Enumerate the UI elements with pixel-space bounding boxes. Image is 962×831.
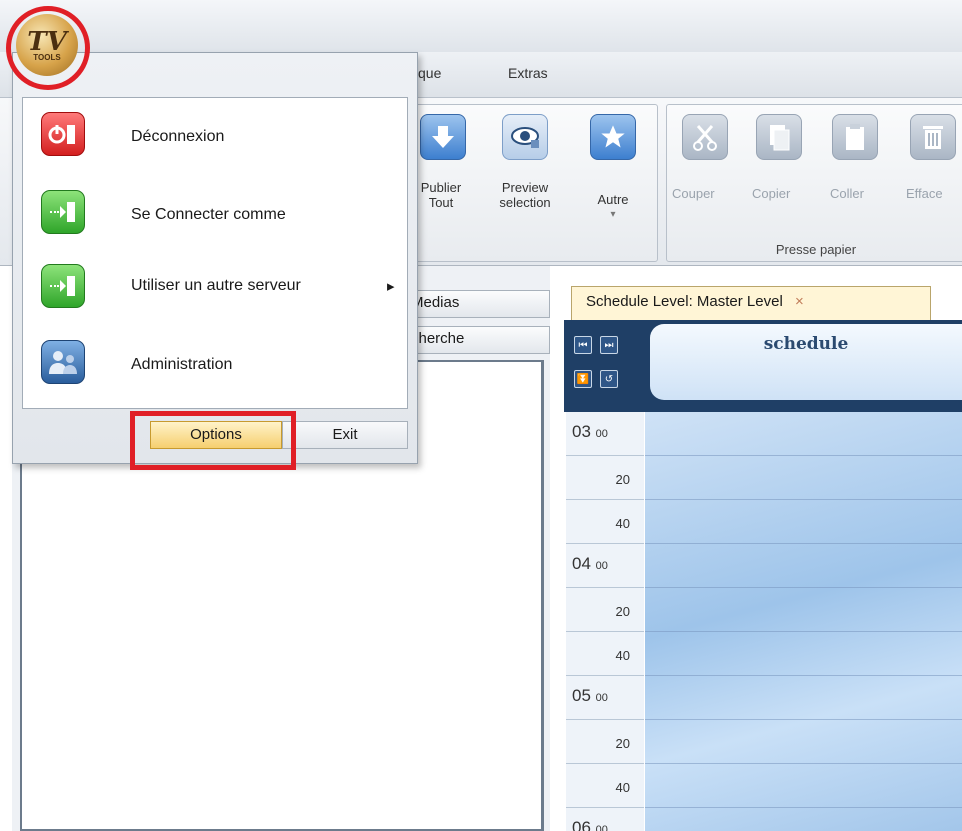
time-slot-label: 40 xyxy=(615,648,630,663)
first-page-icon[interactable]: ⏮ xyxy=(574,336,592,354)
time-slot-label: 20 xyxy=(615,472,630,487)
paste-button[interactable]: Coller xyxy=(830,186,864,201)
server-switch-icon xyxy=(41,264,85,308)
time-slot-label: 40 xyxy=(615,516,630,531)
copy-button[interactable]: Copier xyxy=(752,186,790,201)
power-icon xyxy=(41,112,85,156)
menu-item-utiliser-autre-serveur[interactable]: Utiliser un autre serveur ▸ xyxy=(23,250,407,326)
time-slot-label: 05 00 xyxy=(572,686,608,706)
menu-item-extras[interactable]: Extras xyxy=(508,65,548,81)
paste-icon[interactable] xyxy=(832,114,878,160)
menu-item-que[interactable]: que xyxy=(418,65,441,81)
time-slot-label: 03 00 xyxy=(572,422,608,442)
minute-label: 00 xyxy=(595,692,608,704)
star-icon[interactable] xyxy=(590,114,636,160)
publish-all-icon[interactable] xyxy=(420,114,466,160)
minute-label: 00 xyxy=(595,560,608,572)
clipboard-group-label: Presse papier xyxy=(775,242,857,257)
grid-line xyxy=(645,499,962,500)
other-label: Autre xyxy=(597,192,629,207)
time-slot: 04 00 xyxy=(566,544,644,588)
trash-icon[interactable] xyxy=(910,114,956,160)
minute-label: 00 xyxy=(595,824,608,831)
time-slot: 03 00 xyxy=(566,412,644,456)
menu-item-deconnexion[interactable]: Déconnexion xyxy=(23,98,407,174)
grid-line xyxy=(645,719,962,720)
title-bar xyxy=(0,0,962,52)
time-slot-label: 20 xyxy=(615,736,630,751)
grid-line xyxy=(645,543,962,544)
preview-label-2: selection xyxy=(499,195,551,210)
logo-highlight-circle xyxy=(6,6,90,90)
close-tab-icon[interactable]: × xyxy=(795,293,804,310)
menu-item-label: Déconnexion xyxy=(131,128,225,145)
scroll-down-icon[interactable]: ⏬ xyxy=(574,370,592,388)
hour-label: 04 xyxy=(572,554,591,573)
hour-label: 03 xyxy=(572,422,591,441)
time-slot-label: 06 00 xyxy=(572,818,608,831)
cut-button[interactable]: Couper xyxy=(672,186,715,201)
menu-item-administration[interactable]: Administration xyxy=(23,326,407,402)
tab-medias-label: Medias xyxy=(411,294,460,311)
time-slot: 06 00 xyxy=(566,808,644,831)
time-slot-label: 20 xyxy=(615,604,630,619)
time-slot: 40 xyxy=(566,500,644,544)
other-dropdown-arrow: ▾ xyxy=(610,209,616,220)
menu-item-label: Administration xyxy=(131,356,233,373)
tab-schedule-level[interactable]: Schedule Level: Master Level × xyxy=(571,286,931,320)
menu-item-label: Se Connecter comme xyxy=(131,206,286,223)
exit-button[interactable]: Exit xyxy=(282,421,408,449)
minute-label: 00 xyxy=(595,428,608,440)
schedule-title: schedule xyxy=(650,324,962,400)
users-icon xyxy=(41,340,85,384)
publish-all-label-2: Tout xyxy=(428,195,454,210)
preview-eye-icon[interactable] xyxy=(502,114,548,160)
time-slot: 20 xyxy=(566,720,644,764)
hour-label: 05 xyxy=(572,686,591,705)
last-page-icon[interactable]: ⏭ xyxy=(600,336,618,354)
copy-icon[interactable] xyxy=(756,114,802,160)
grid-line xyxy=(645,587,962,588)
grid-line xyxy=(645,807,962,808)
time-slot-label: 40 xyxy=(615,780,630,795)
submenu-arrow-icon: ▸ xyxy=(387,278,395,295)
publish-all-label-1: Publier xyxy=(420,180,462,195)
tab-recherche-label: cherche xyxy=(411,330,465,347)
options-highlight-box xyxy=(130,411,296,470)
time-slot: 40 xyxy=(566,632,644,676)
time-slot: 05 00 xyxy=(566,676,644,720)
grid-line xyxy=(645,763,962,764)
schedule-grid[interactable] xyxy=(645,412,962,831)
time-column: 03 00 20 40 04 00 20 40 05 00 20 40 06 00 xyxy=(566,412,644,831)
preview-label-1: Preview xyxy=(501,180,549,195)
scissors-icon[interactable] xyxy=(682,114,728,160)
hour-label: 06 xyxy=(572,818,591,831)
grid-line xyxy=(645,675,962,676)
refresh-icon[interactable]: ↺ xyxy=(600,370,618,388)
time-slot: 40 xyxy=(566,764,644,808)
time-slot-label: 04 00 xyxy=(572,554,608,574)
other-button[interactable]: Autre ▾ xyxy=(582,192,644,222)
time-slot: 20 xyxy=(566,588,644,632)
menu-item-label: Utiliser un autre serveur xyxy=(131,277,301,294)
grid-line xyxy=(645,631,962,632)
time-slot: 20 xyxy=(566,456,644,500)
menu-item-se-connecter-comme[interactable]: Se Connecter comme xyxy=(23,176,407,252)
grid-line xyxy=(645,455,962,456)
delete-button[interactable]: Efface xyxy=(906,186,943,201)
login-icon xyxy=(41,190,85,234)
preview-selection-button[interactable]: Preview selection xyxy=(486,180,564,210)
publish-all-button[interactable]: Publier Tout xyxy=(410,180,472,210)
schedule-tab-label: Schedule Level: Master Level xyxy=(586,293,783,310)
